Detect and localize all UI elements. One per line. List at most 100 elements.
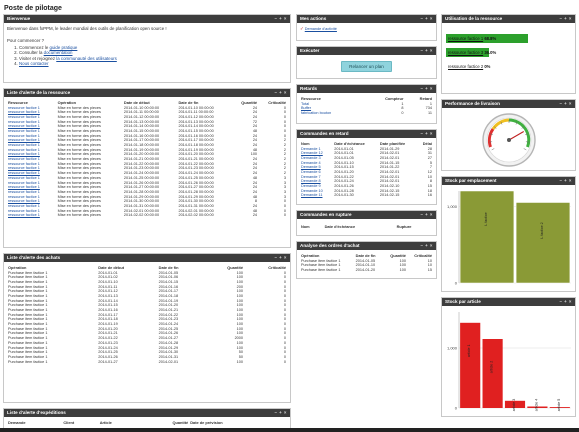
welcome-question: Pour commencer ?: [7, 38, 45, 43]
row-link[interactable]: ressource factice 1: [8, 195, 40, 199]
row-link[interactable]: ressource factice 1: [8, 176, 40, 180]
row-link[interactable]: fabrication bouton: [301, 111, 331, 115]
row-link[interactable]: Total: [301, 102, 309, 106]
late-orders-header[interactable]: Commandes en retard − + ×: [297, 130, 436, 138]
row-link[interactable]: ressource factice 1: [8, 143, 40, 147]
row-link[interactable]: ressource factice 1: [8, 171, 40, 175]
row-link[interactable]: ressource factice 1: [8, 213, 40, 217]
row-link[interactable]: Demande 5: [301, 165, 321, 169]
row-link[interactable]: ressource factice 1: [8, 124, 40, 128]
row-link[interactable]: Demande 1: [301, 147, 321, 151]
row-link[interactable]: Demande 6: [301, 170, 321, 174]
row-link[interactable]: ressource factice 1: [8, 110, 40, 114]
column-header[interactable]: Rupture: [396, 223, 433, 229]
panel-controls[interactable]: − + ×: [274, 254, 287, 262]
column-header[interactable]: Article: [99, 419, 139, 425]
row-link[interactable]: ressource factice 1: [8, 166, 40, 170]
row-link[interactable]: Demande 12: [301, 151, 323, 155]
row-link[interactable]: Demande 9: [301, 184, 321, 188]
row-link[interactable]: ressource factice 1: [8, 138, 40, 142]
row-link[interactable]: ressource factice 1: [8, 120, 40, 124]
row-link[interactable]: ressource factice 1: [8, 115, 40, 119]
panel-controls[interactable]: − + ×: [420, 15, 433, 23]
row-link[interactable]: Demande 11: [301, 193, 322, 197]
util-bar[interactable]: ressource factice 2 0%: [446, 62, 571, 71]
row-link[interactable]: ressource factice 1: [8, 199, 40, 203]
util-resource-link[interactable]: ressource factice 3: [448, 50, 483, 55]
stock-by-item-header[interactable]: Stock par article − + ×: [442, 298, 575, 306]
util-bar[interactable]: ressource factice 1 68.8%: [446, 34, 571, 43]
bar[interactable]: [515, 202, 571, 284]
table-cell: fabrication bouton: [300, 111, 364, 116]
panel-controls[interactable]: − + ×: [559, 100, 572, 108]
row-link[interactable]: Demande 7: [301, 175, 321, 179]
panel-controls[interactable]: − + ×: [420, 211, 433, 219]
row-link[interactable]: ressource factice 1: [8, 185, 40, 189]
documentation-link[interactable]: documentation: [44, 50, 73, 55]
util-bar-label: ressource factice 1 68.8%: [448, 36, 496, 41]
row-link[interactable]: ressource factice 1: [8, 190, 40, 194]
row-link[interactable]: ressource factice 1: [8, 181, 40, 185]
panel-controls[interactable]: − + ×: [420, 85, 433, 93]
row-link[interactable]: ressource factice 1: [8, 209, 40, 213]
welcome-panel: Bienvenue − + × Bienvenue dans fxPPM, le…: [3, 14, 291, 83]
row-link[interactable]: Buffer: [301, 106, 311, 110]
stock-by-location-header[interactable]: Stock par emplacement − + ×: [442, 177, 575, 185]
dispatch-alerts-header[interactable]: Liste d'alerte d'expéditions − + ×: [4, 409, 290, 417]
action-item-link[interactable]: Demande d'activité: [305, 27, 337, 31]
stock-by-location-title: Stock par emplacement: [445, 178, 497, 183]
row-link[interactable]: Demande 4: [301, 161, 321, 165]
row-link[interactable]: Demande 3: [301, 156, 321, 160]
row-link[interactable]: ressource factice 1: [8, 152, 40, 156]
util-resource-link[interactable]: ressource factice 2: [448, 64, 483, 69]
row-link[interactable]: Demande 10: [301, 189, 323, 193]
performance-gauge: [481, 113, 536, 167]
panel-controls[interactable]: − + ×: [274, 15, 287, 23]
delays-title: Retards: [300, 86, 318, 91]
row-link[interactable]: ressource factice 1: [8, 204, 40, 208]
column-header[interactable]: Nom: [300, 223, 324, 229]
bar[interactable]: [460, 322, 481, 408]
execute-header[interactable]: Exécuter − + ×: [297, 47, 436, 55]
row-link[interactable]: ressource factice 1: [8, 106, 40, 110]
contact-link[interactable]: Nous contacter: [19, 61, 49, 66]
shortage-orders-header[interactable]: Commandes en rupture − + ×: [297, 211, 436, 219]
column-header[interactable]: Date d'échéance: [324, 223, 396, 229]
resource-alerts-table: Ressource Opération Date de début Date de f…: [7, 99, 287, 218]
column-header[interactable]: Date de prévision: [189, 419, 287, 425]
community-link[interactable]: la communauté des utilisateurs: [56, 56, 117, 61]
resource-alerts-header[interactable]: Liste d'alerte de la ressource − + ×: [4, 89, 290, 97]
panel-controls[interactable]: − + ×: [274, 409, 287, 417]
row-link[interactable]: Demande 8: [301, 179, 321, 183]
purchase-alerts-header[interactable]: Liste d'alerte des achats − + ×: [4, 254, 290, 262]
panel-controls[interactable]: − + ×: [559, 15, 572, 23]
panel-controls[interactable]: − + ×: [420, 130, 433, 138]
guide-link[interactable]: guide pratique: [50, 45, 78, 50]
relaunch-plan-button[interactable]: Relancer un plan: [341, 61, 392, 72]
delays-header[interactable]: Retards − + ×: [297, 85, 436, 93]
delays-panel: Retards − + × Ressource Compteur Retard To…: [296, 84, 437, 124]
util-resource-link[interactable]: ressource factice 1: [448, 36, 483, 41]
delivery-performance-header[interactable]: Performance de livraison − + ×: [442, 100, 575, 108]
column-header[interactable]: Client: [62, 419, 98, 425]
row-link[interactable]: ressource factice 1: [8, 157, 40, 161]
resource-util-header[interactable]: Utilisation de la ressource − + ×: [442, 15, 575, 23]
column-header[interactable]: Quantité: [139, 419, 189, 425]
util-bar[interactable]: ressource factice 3 36.0%: [446, 48, 571, 57]
panel-controls[interactable]: − + ×: [420, 47, 433, 55]
bar[interactable]: [459, 190, 515, 284]
welcome-header[interactable]: Bienvenue − + ×: [4, 15, 290, 23]
row-link[interactable]: ressource factice 1: [8, 134, 40, 138]
row-link[interactable]: ressource factice 1: [8, 129, 40, 133]
purchase-analysis-header[interactable]: Analyse des ordres d'achat − + ×: [297, 242, 436, 250]
table-cell: 0: [401, 110, 404, 115]
panel-controls[interactable]: − + ×: [420, 242, 433, 250]
column-header[interactable]: Demande: [7, 419, 62, 425]
panel-controls[interactable]: − + ×: [559, 298, 572, 306]
row-link[interactable]: ressource factice 1: [8, 148, 40, 152]
my-actions-header[interactable]: Mes actions − + ×: [297, 15, 436, 23]
row-link[interactable]: ressource factice 1: [8, 162, 40, 166]
panel-controls[interactable]: − + ×: [559, 177, 572, 185]
purchase-analysis-title: Analyse des ordres d'achat: [300, 243, 360, 248]
panel-controls[interactable]: − + ×: [274, 89, 287, 97]
